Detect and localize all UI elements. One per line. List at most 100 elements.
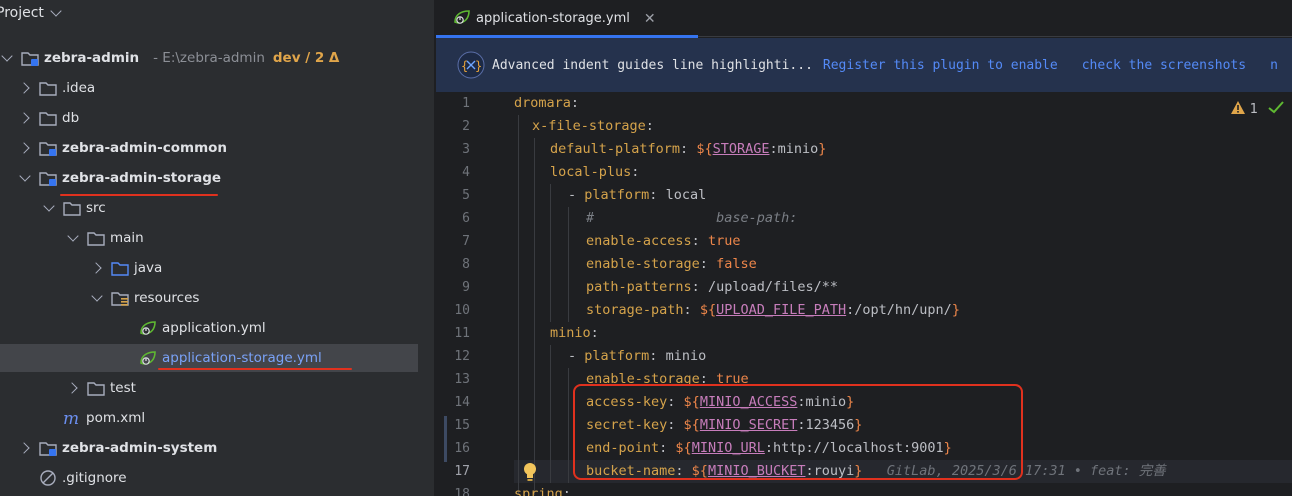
tree-item-label: db xyxy=(62,110,80,126)
close-icon[interactable]: ✕ xyxy=(644,11,656,27)
lightbulb-icon[interactable] xyxy=(522,462,538,486)
line-gutter: 1 2 3 4 5 6 7 8 9 10 11 12 13 14 15 16 1… xyxy=(436,92,498,496)
code-line-9: path-patterns: /upload/files/** xyxy=(586,279,838,295)
tree-item-label: .gitignore xyxy=(62,470,127,486)
editor-tab-application-storage-yml[interactable]: application-storage.yml ✕ xyxy=(436,0,698,38)
tree-item-label: src xyxy=(86,200,106,216)
chevron-down-icon[interactable] xyxy=(0,51,14,65)
project-title: Project xyxy=(0,5,44,21)
tab-label: application-storage.yml xyxy=(476,11,630,26)
tree-item-resources[interactable]: resources xyxy=(0,284,418,312)
svg-text:}: } xyxy=(475,59,482,73)
line-number: 8 xyxy=(462,257,470,272)
project-view-selector[interactable]: Project xyxy=(0,2,62,24)
code-line-10: storage-path: ${UPLOAD_FILE_PATH:/opt/hn… xyxy=(586,302,960,318)
indent-guide xyxy=(568,207,569,322)
chevron-right-icon[interactable] xyxy=(18,111,32,125)
folder-icon xyxy=(86,229,106,247)
tree-item-test[interactable]: test xyxy=(0,374,418,402)
folder-icon xyxy=(38,109,58,127)
resources-folder-icon xyxy=(110,289,130,307)
project-path: - E:\zebra-admin xyxy=(153,50,265,66)
annotation-highlight-box xyxy=(573,384,1023,480)
code-line-5: - platform: local xyxy=(568,187,707,203)
tree-item-label: application.yml xyxy=(162,320,266,336)
register-plugin-link[interactable]: Register this plugin to enable xyxy=(823,58,1058,73)
chevron-right-icon[interactable] xyxy=(18,81,32,95)
tree-item-label: zebra-admin-common xyxy=(62,140,228,156)
indent-guide xyxy=(534,138,535,495)
tree-item-gitignore[interactable]: .gitignore xyxy=(0,464,418,492)
code-line-3: default-platform: ${STORAGE:minio} xyxy=(550,141,827,157)
code-line-2: x-file-storage: xyxy=(532,118,654,134)
tree-item-label: main xyxy=(110,230,144,246)
tree-item-main[interactable]: main xyxy=(0,224,418,252)
chevron-down-icon[interactable] xyxy=(18,171,32,185)
tree-item-label: pom.xml xyxy=(86,410,146,426)
inspection-widget[interactable]: 1 xyxy=(1230,100,1284,119)
tree-item-zebra-admin-common[interactable]: zebra-admin-common xyxy=(0,134,418,162)
tree-item-db[interactable]: db xyxy=(0,104,418,132)
code-line-4: local-plus: xyxy=(550,164,640,180)
code-line-1: dromara: xyxy=(514,95,580,111)
line-number: 14 xyxy=(454,395,470,410)
banner-message: Advanced indent guides line highlighti..… xyxy=(492,57,813,73)
indent-guide xyxy=(550,184,551,322)
tree-item-label: .idea xyxy=(62,80,96,96)
banner-more-link[interactable]: n xyxy=(1270,58,1278,73)
tree-item-label: application-storage.yml xyxy=(162,350,322,366)
line-number: 10 xyxy=(454,303,470,318)
tree-item-idea[interactable]: .idea xyxy=(0,74,418,102)
check-screenshots-link[interactable]: check the screenshots xyxy=(1082,58,1246,73)
folder-icon xyxy=(62,199,82,217)
code-line-8: enable-storage: false xyxy=(586,256,757,272)
line-number: 3 xyxy=(462,142,470,157)
svg-text:m: m xyxy=(63,409,79,427)
chevron-down-icon[interactable] xyxy=(90,291,104,305)
tree-item-label: java xyxy=(134,260,163,276)
tree-item-label: test xyxy=(110,380,136,396)
tree-item-label: zebra-admin xyxy=(44,50,140,66)
spring-yaml-icon xyxy=(452,8,472,30)
chevron-down-icon[interactable] xyxy=(42,201,56,215)
tree-item-pom-xml[interactable]: m pom.xml xyxy=(0,404,418,432)
chevron-right-icon[interactable] xyxy=(18,141,32,155)
line-number: 1 xyxy=(462,96,470,111)
tree-item-src[interactable]: src xyxy=(0,194,418,222)
chevron-right-icon[interactable] xyxy=(66,381,80,395)
tree-item-application-yml[interactable]: application.yml xyxy=(0,314,418,342)
chevron-right-icon[interactable] xyxy=(18,441,32,455)
line-number: 16 xyxy=(454,441,470,456)
indent-guide xyxy=(550,345,551,483)
tree-item-label: zebra-admin-storage xyxy=(62,170,222,186)
line-number: 7 xyxy=(462,234,470,249)
line-number: 9 xyxy=(462,280,470,295)
tree-item-zebra-admin-system[interactable]: zebra-admin-system xyxy=(0,434,418,462)
chevron-down-icon xyxy=(50,5,62,17)
annotation-underline xyxy=(158,368,352,370)
tree-item-zebra-admin[interactable]: zebra-admin - E:\zebra-admin dev / 2 Δ xyxy=(0,44,418,72)
source-folder-icon xyxy=(110,259,130,277)
chevron-right-icon[interactable] xyxy=(90,261,104,275)
tree-item-java[interactable]: java xyxy=(0,254,418,282)
line-number: 5 xyxy=(462,188,470,203)
line-number: 2 xyxy=(462,119,470,134)
tree-item-zebra-admin-storage[interactable]: zebra-admin-storage xyxy=(0,164,418,192)
module-folder-icon xyxy=(38,439,58,457)
ignore-file-icon xyxy=(38,469,58,487)
chevron-down-icon[interactable] xyxy=(66,231,80,245)
maven-icon: m xyxy=(62,409,82,427)
project-panel: Project zebra-admin - E:\zebra-admin dev… xyxy=(0,0,435,496)
module-folder-icon xyxy=(38,139,58,157)
folder-icon xyxy=(38,79,58,97)
line-number: 12 xyxy=(454,349,470,364)
tree-item-label: zebra-admin-system xyxy=(62,440,218,456)
spring-yaml-icon xyxy=(138,319,158,337)
indent-plugin-icon: {} xyxy=(456,50,486,80)
line-number: 15 xyxy=(454,418,470,433)
editor-tab-bar: application-storage.yml ✕ xyxy=(436,0,1292,38)
indent-guide xyxy=(518,115,519,495)
spring-yaml-icon xyxy=(138,349,158,367)
line-number: 13 xyxy=(454,372,470,387)
code-line-11: minio: xyxy=(550,325,599,341)
